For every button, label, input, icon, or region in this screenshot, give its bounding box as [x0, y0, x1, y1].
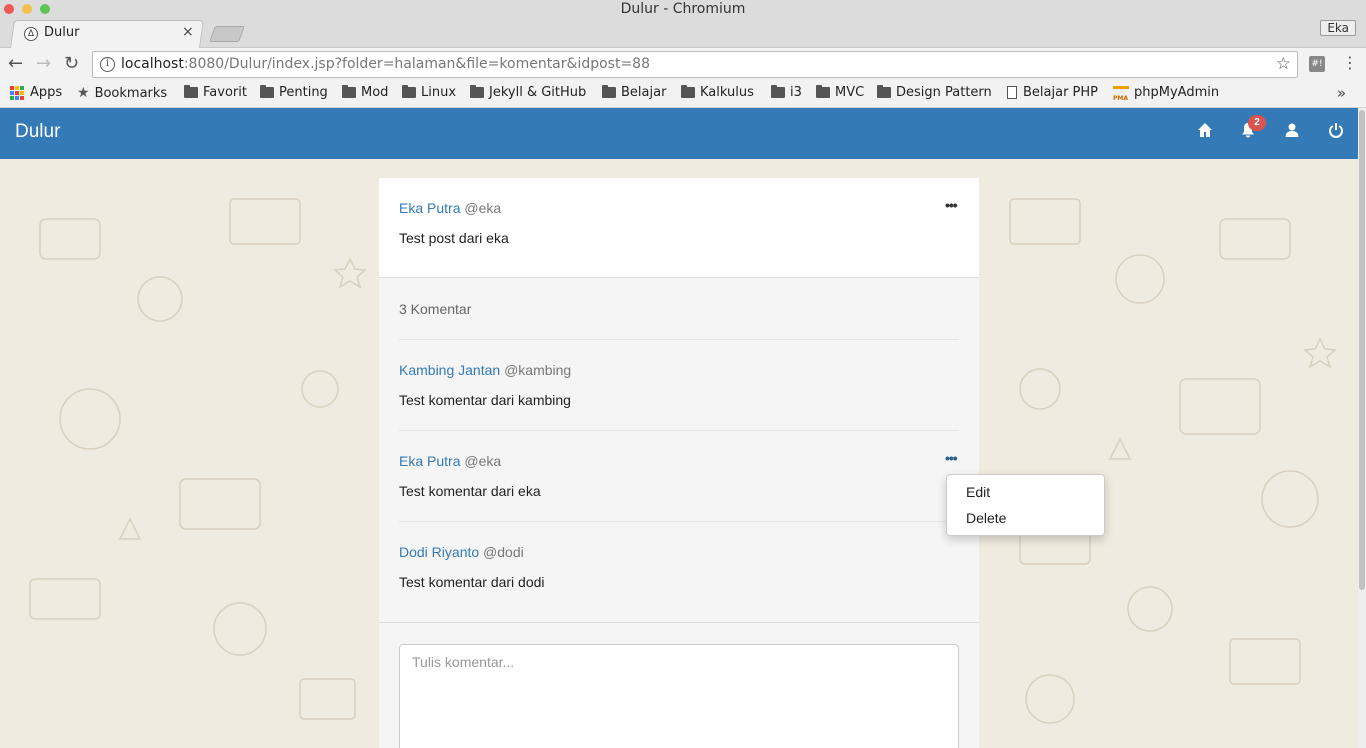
bookmark-star-icon[interactable]: ☆	[1276, 54, 1291, 74]
divider	[379, 622, 979, 623]
bookmark-folder-jekyll-github[interactable]: Jekyll & GitHub	[470, 85, 586, 100]
folder-icon	[602, 85, 616, 98]
folder-icon	[877, 85, 891, 98]
comment-author-handle: @dodi	[483, 544, 524, 560]
address-bar[interactable]: i localhost:8080/Dulur/index.jsp?folder=…	[92, 51, 1298, 78]
comment-options-icon[interactable]: •••	[945, 450, 958, 466]
tab-favicon-icon: Δ	[24, 27, 38, 41]
bookmark-folder-kalkulus[interactable]: Kalkulus	[681, 85, 754, 100]
edit-menu-item[interactable]: Edit	[966, 484, 990, 500]
bookmark-folder-design-pattern[interactable]: Design Pattern	[877, 85, 992, 100]
scrollbar-thumb[interactable]	[1359, 110, 1365, 590]
extension-icon[interactable]: #!	[1309, 56, 1325, 72]
app-brand[interactable]: Dulur	[15, 121, 60, 143]
bookmark-folder-mod[interactable]: Mod	[342, 85, 388, 100]
notification-badge: 2	[1248, 115, 1266, 131]
bookmark-folder-favorit[interactable]: Favorit	[184, 85, 247, 100]
window-title: Dulur - Chromium	[620, 1, 746, 17]
bookmark-belajar-php[interactable]: Belajar PHP	[1007, 85, 1098, 100]
folder-icon	[184, 85, 198, 98]
comment-author: Dodi Riyanto @dodi	[399, 544, 524, 560]
comment-text: Test komentar dari kambing	[399, 392, 571, 408]
star-icon: ★	[77, 85, 90, 101]
bookmark-folder-belajar[interactable]: Belajar	[602, 85, 666, 100]
folder-icon	[402, 85, 416, 98]
comment-author-name[interactable]: Kambing Jantan	[399, 362, 500, 378]
comment-author-handle: @eka	[464, 453, 502, 469]
post-card: Eka Putra @eka ••• Test post dari eka 3 …	[379, 178, 979, 748]
browser-menu-icon[interactable]: ⋮	[1342, 53, 1358, 73]
folder-icon	[816, 85, 830, 98]
folder-icon	[342, 85, 356, 98]
info-icon[interactable]: i	[100, 57, 115, 72]
post-author-name[interactable]: Eka Putra	[399, 200, 460, 216]
phpmyadmin-icon: PMA	[1113, 85, 1129, 102]
folder-icon	[681, 85, 695, 98]
comment-text: Test komentar dari dodi	[399, 574, 545, 590]
folder-icon	[470, 85, 484, 98]
profile-button[interactable]: Eka	[1320, 20, 1356, 36]
bookmark-phpmyadmin[interactable]: PMA phpMyAdmin	[1113, 85, 1219, 102]
post-author: Eka Putra @eka	[399, 200, 501, 216]
forward-arrow-icon[interactable]: →	[36, 54, 51, 74]
delete-menu-item[interactable]: Delete	[966, 510, 1006, 526]
comment-author: Eka Putra @eka	[399, 453, 501, 469]
tab-close-icon[interactable]: ×	[182, 24, 194, 40]
comments-count: 3 Komentar	[399, 301, 472, 317]
bookmark-bookmarks[interactable]: ★ Bookmarks	[77, 85, 167, 101]
url-text[interactable]: localhost:8080/Dulur/index.jsp?folder=ha…	[121, 56, 650, 72]
comment-options-menu: Edit Delete	[946, 474, 1105, 536]
user-icon[interactable]	[1284, 122, 1304, 142]
post-options-icon[interactable]: •••	[945, 197, 958, 213]
comment-textarea[interactable]: Tulis komentar...	[399, 644, 959, 748]
bookmark-folder-i3[interactable]: i3	[771, 85, 802, 100]
new-tab-button[interactable]	[209, 26, 245, 42]
document-icon	[1007, 86, 1017, 99]
folder-icon	[260, 85, 274, 98]
bookmark-folder-mvc[interactable]: MVC	[816, 85, 864, 100]
bookmark-folder-penting[interactable]: Penting	[260, 85, 328, 100]
comment-author-name[interactable]: Dodi Riyanto	[399, 544, 479, 560]
bookmark-apps[interactable]: Apps	[10, 85, 62, 100]
bookmark-folder-linux[interactable]: Linux	[402, 85, 456, 100]
apps-icon	[10, 85, 24, 100]
reload-icon[interactable]: ↻	[64, 54, 79, 74]
divider	[399, 339, 959, 340]
bookmarks-bar: Apps ★ Bookmarks Favorit Penting Mod Linu…	[0, 82, 1366, 108]
window-titlebar: Dulur - Chromium Δ Dulur × Eka	[0, 0, 1366, 48]
home-icon[interactable]	[1197, 122, 1217, 142]
divider	[399, 521, 959, 522]
divider	[399, 430, 959, 431]
tab-title: Dulur	[44, 25, 80, 40]
browser-toolbar: ← → ↻ i localhost:8080/Dulur/index.jsp?f…	[0, 48, 1366, 82]
power-icon[interactable]	[1328, 122, 1348, 142]
back-arrow-icon[interactable]: ←	[8, 54, 23, 74]
comment-author-handle: @kambing	[504, 362, 572, 378]
comment-text: Test komentar dari eka	[399, 483, 541, 499]
more-bookmarks-icon[interactable]: »	[1337, 84, 1346, 102]
folder-icon	[771, 85, 785, 98]
post: Eka Putra @eka ••• Test post dari eka	[379, 178, 979, 278]
comment-author: Kambing Jantan @kambing	[399, 362, 571, 378]
comment-author-name[interactable]: Eka Putra	[399, 453, 460, 469]
post-author-handle: @eka	[464, 200, 502, 216]
post-text: Test post dari eka	[399, 230, 509, 246]
app-navbar: Dulur	[0, 108, 1358, 159]
